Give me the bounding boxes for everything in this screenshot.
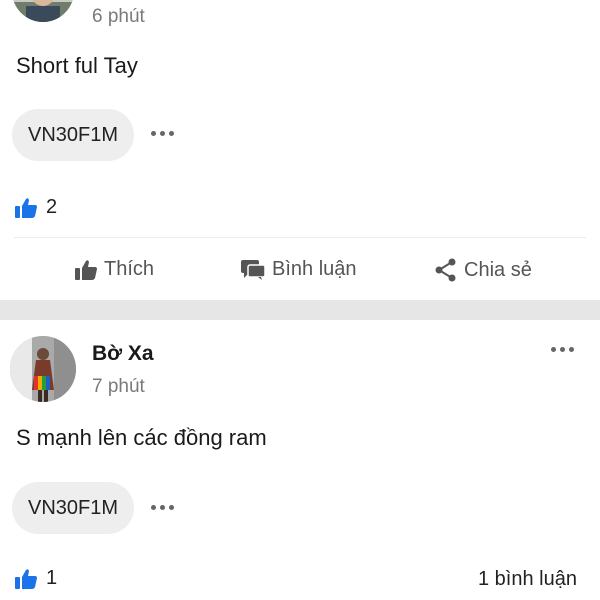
like-button[interactable]: Thích (74, 258, 154, 281)
post-card: 6 phút Short ful Tay VN30F1M 2 Thích Bìn… (0, 0, 600, 300)
share-button[interactable]: Chia sẻ (434, 258, 532, 282)
ticker-tag[interactable]: VN30F1M (12, 109, 134, 161)
post-card: Bờ Xa 7 phút S mạnh lên các đồng ram VN3… (0, 320, 600, 600)
like-count: 1 (46, 567, 58, 589)
share-button-label: Chia sẻ (464, 258, 532, 281)
more-icon[interactable] (151, 131, 174, 136)
post-content: Short ful Tay (16, 53, 138, 78)
post-time: 7 phút (92, 376, 145, 397)
divider (14, 237, 586, 238)
post-time: 6 phút (92, 6, 145, 27)
comment-button-label: Bình luận (272, 258, 357, 280)
comment-icon (241, 259, 266, 280)
like-button-label: Thích (104, 258, 155, 280)
post-separator (0, 300, 600, 320)
avatar[interactable] (12, 0, 74, 22)
post-content: S mạnh lên các đồng ram (16, 425, 267, 450)
thumbs-up-icon (15, 197, 37, 218)
like-count: 2 (46, 196, 58, 218)
more-icon[interactable] (551, 347, 574, 352)
more-icon[interactable] (151, 505, 174, 510)
share-icon (435, 258, 456, 282)
author-name[interactable]: Bờ Xa (92, 342, 154, 366)
thumbs-up-icon (15, 568, 37, 589)
ticker-tag[interactable]: VN30F1M (12, 482, 134, 534)
comment-button[interactable]: Bình luận (240, 258, 357, 281)
thumbs-up-icon (75, 259, 97, 280)
like-summary[interactable]: 1 (14, 567, 57, 590)
comment-count[interactable]: 1 bình luận (478, 568, 577, 591)
like-summary[interactable]: 2 (14, 196, 57, 219)
avatar[interactable] (10, 336, 76, 402)
